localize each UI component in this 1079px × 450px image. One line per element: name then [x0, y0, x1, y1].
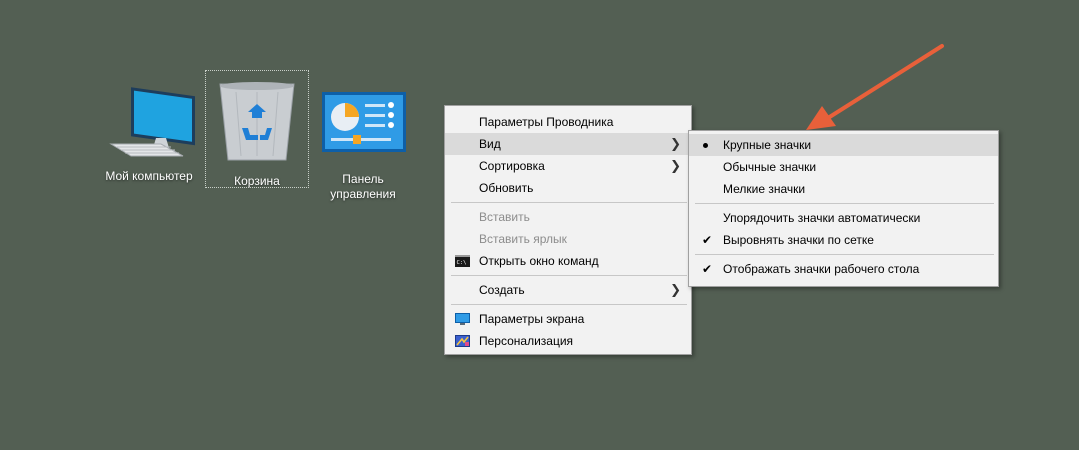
annotation-arrow-icon [806, 44, 944, 130]
